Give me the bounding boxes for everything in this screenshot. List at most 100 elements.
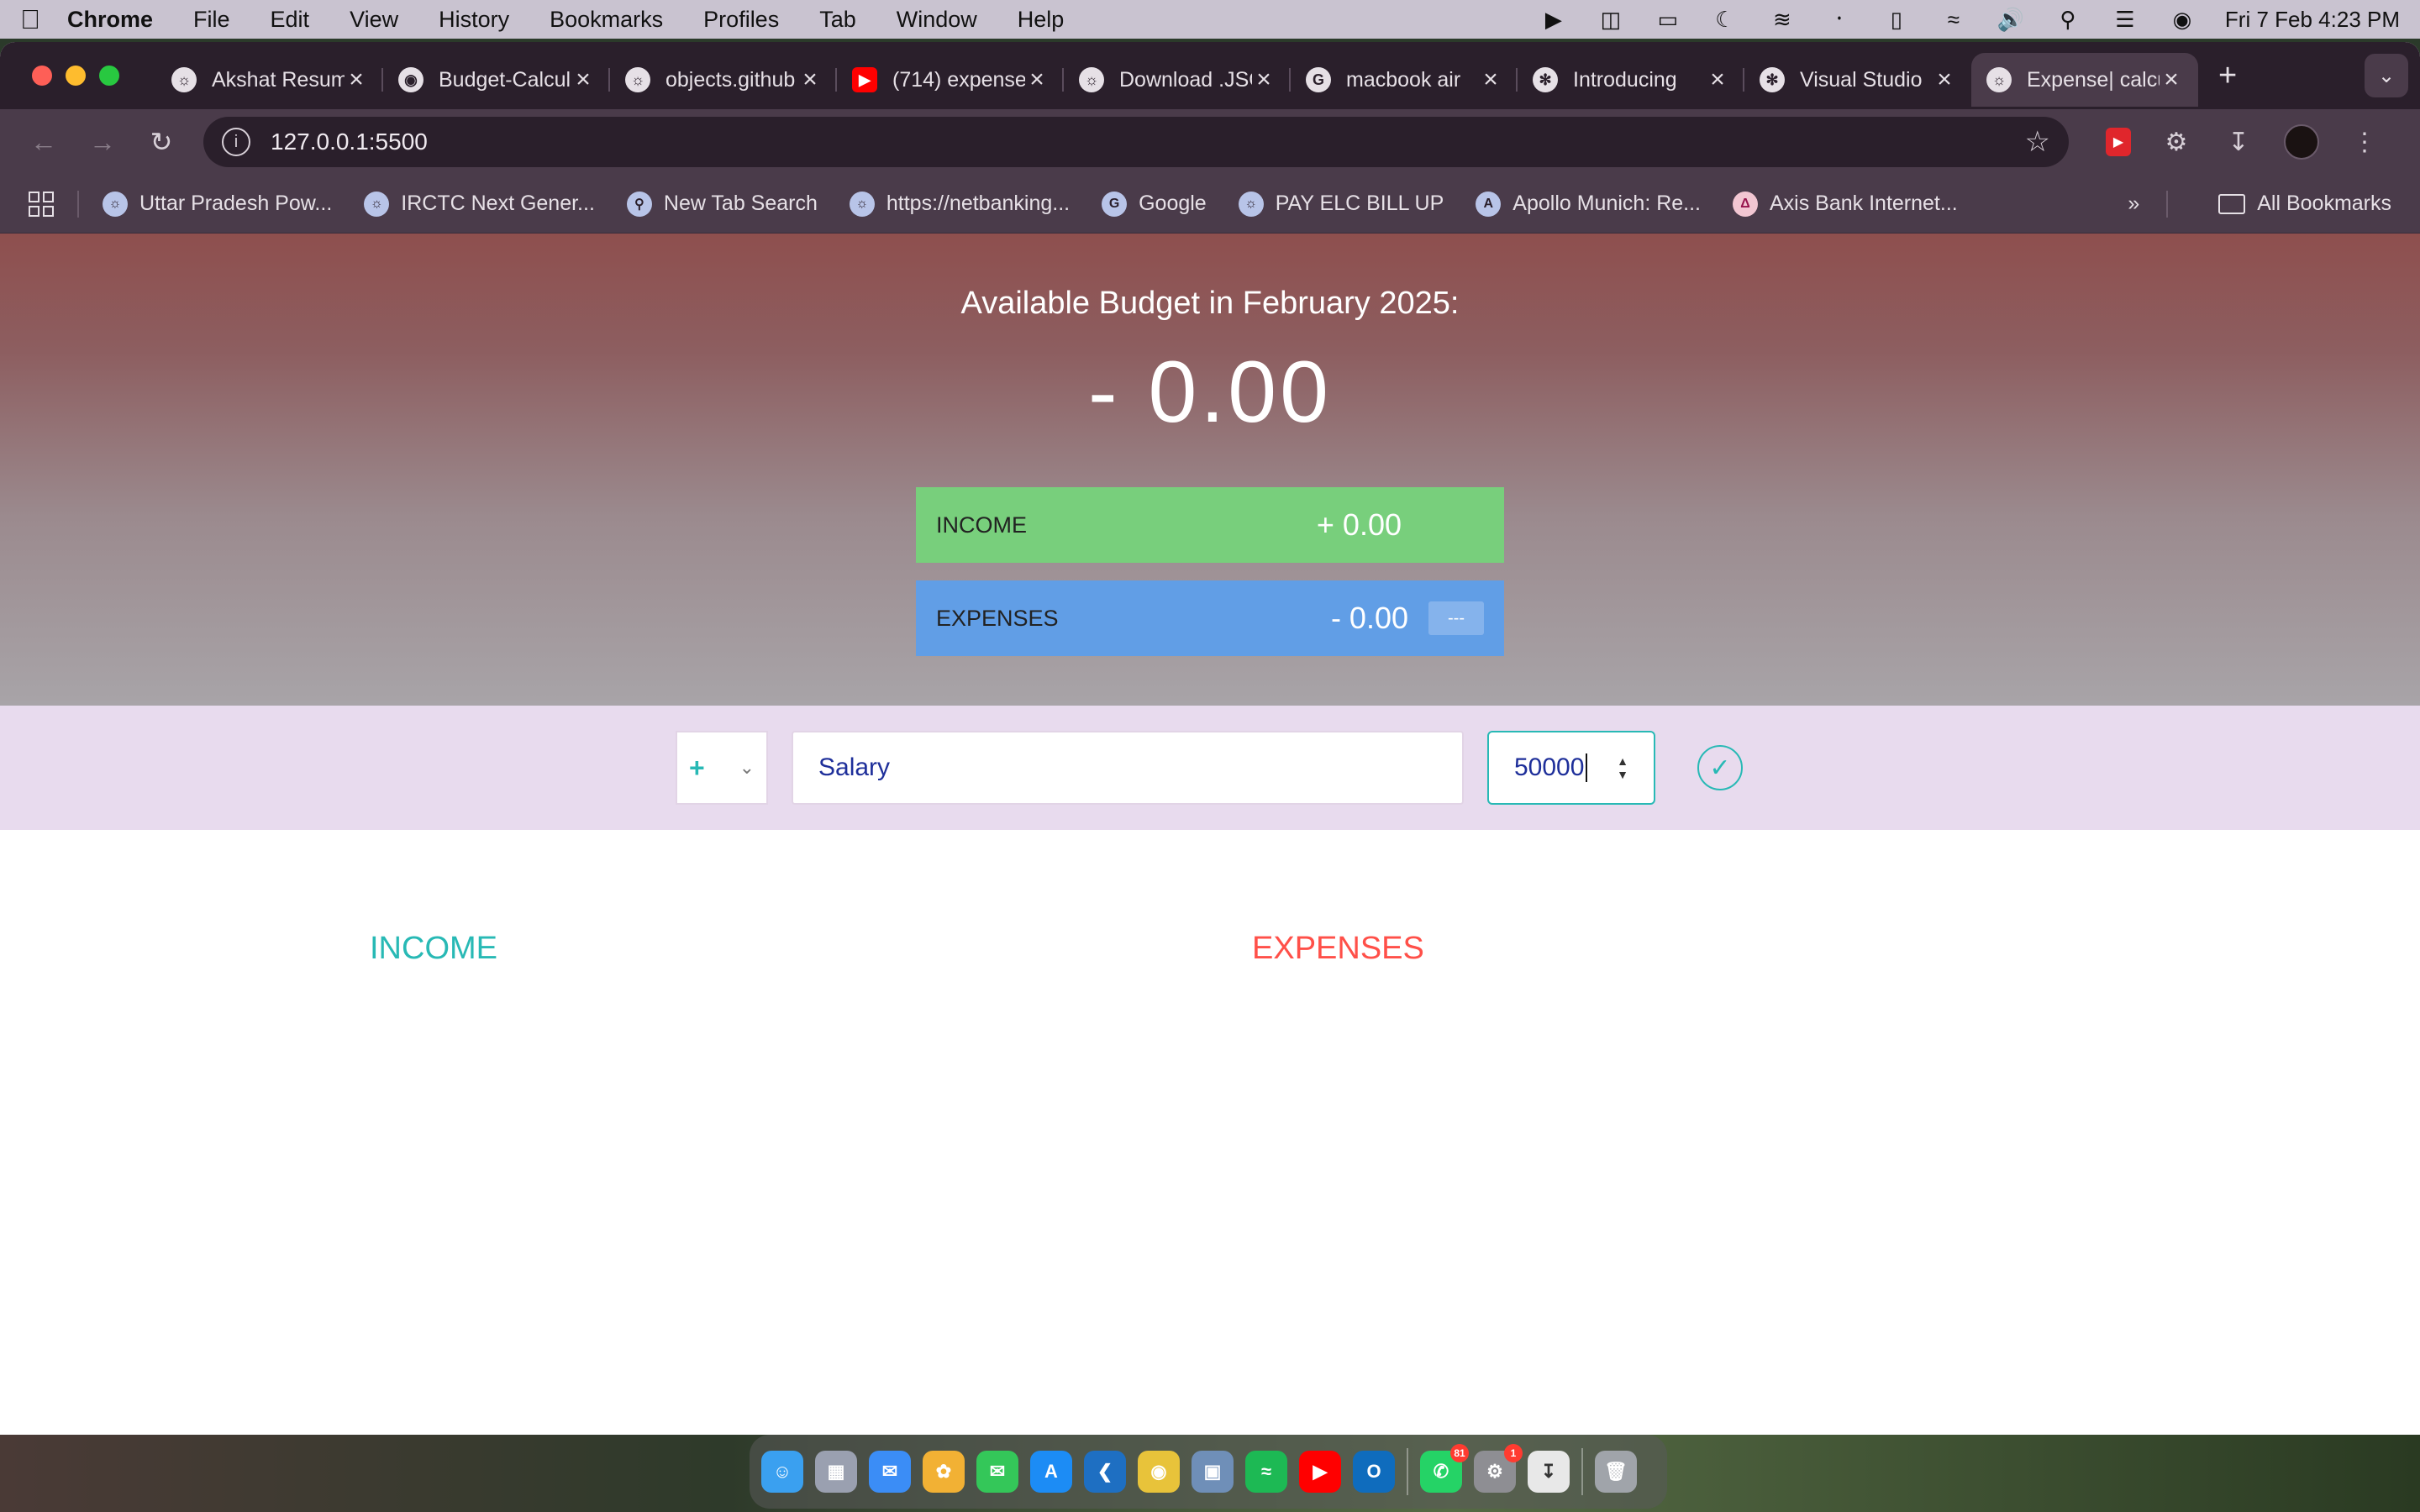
tab-macbook-air[interactable]: G macbook air ×	[1291, 53, 1518, 107]
battery-icon[interactable]: ▯	[1882, 7, 1911, 32]
amount-stepper[interactable]: ▲ ▼	[1617, 754, 1628, 781]
siri-icon[interactable]: ◉	[2168, 7, 2196, 32]
tab-budget-calculator[interactable]: ◉ Budget-Calculator ×	[383, 53, 610, 107]
bookmark-pay-elc-bill[interactable]: ☼ PAY ELC BILL UP	[1238, 191, 1444, 217]
address-bar[interactable]: i 127.0.0.1:5500 ☆	[203, 117, 2069, 167]
download-icon[interactable]: ↧	[2222, 125, 2255, 159]
menu-history[interactable]: History	[439, 7, 509, 33]
forward-arrow-icon[interactable]: →	[79, 118, 126, 165]
tab-title: Expense| calculator	[2027, 67, 2160, 92]
bookmark-label: Uttar Pradesh Pow...	[139, 192, 333, 215]
tab-objects-github[interactable]: ☼ objects.github ×	[610, 53, 837, 107]
all-bookmarks-button[interactable]: All Bookmarks	[2218, 192, 2391, 216]
vscode-icon[interactable]: ❮	[1084, 1451, 1126, 1493]
youtube-icon[interactable]: ▶	[1299, 1451, 1341, 1493]
tab-visual-studio[interactable]: ✻ Visual Studio ×	[1744, 53, 1971, 107]
menu-bookmarks[interactable]: Bookmarks	[550, 7, 663, 33]
type-select[interactable]: + ⌄	[676, 731, 768, 805]
bookmark-netbanking[interactable]: ☼ https://netbanking...	[849, 191, 1070, 217]
globe-icon: ☼	[625, 67, 650, 92]
menu-help[interactable]: Help	[1018, 7, 1065, 33]
close-tab-icon[interactable]: ×	[1479, 66, 1502, 94]
mail-icon[interactable]: ✉	[869, 1451, 911, 1493]
tab-expense-calculator[interactable]: ☼ Expense| calculator ×	[1971, 53, 2198, 107]
whatsapp-icon[interactable]: ✆ 81	[1420, 1444, 1469, 1493]
back-arrow-icon[interactable]: ←	[20, 118, 67, 165]
bluetooth-icon[interactable]: ᛫	[1825, 7, 1854, 32]
url-text[interactable]: 127.0.0.1:5500	[271, 129, 428, 155]
tab-search-icon[interactable]: ⌄	[2365, 54, 2408, 97]
reload-icon[interactable]: ↻	[138, 118, 185, 165]
bookmark-google[interactable]: G Google	[1102, 191, 1207, 217]
menu-app-name[interactable]: Chrome	[67, 7, 153, 33]
close-tab-icon[interactable]: ×	[1025, 66, 1049, 94]
launchpad-icon[interactable]: ▦	[815, 1451, 857, 1493]
close-tab-icon[interactable]: ×	[1706, 66, 1729, 94]
system-settings-icon[interactable]: ⚙ 1	[1474, 1444, 1523, 1493]
close-window-button[interactable]	[32, 66, 52, 86]
extensions-puzzle-icon[interactable]: ⚙	[2160, 125, 2193, 159]
apple-menu-icon[interactable]: 	[20, 4, 67, 35]
bookmark-new-tab-search[interactable]: ⚲ New Tab Search	[626, 191, 818, 217]
spotlight-search-icon[interactable]: ⚲	[2054, 7, 2082, 32]
stepper-down-icon[interactable]: ▼	[1617, 768, 1628, 781]
tab-akshat-resume[interactable]: ☼ Akshat Resume ×	[156, 53, 383, 107]
bookmark-star-icon[interactable]: ☆	[2025, 125, 2050, 159]
outlook-icon[interactable]: O	[1353, 1451, 1395, 1493]
menu-window[interactable]: Window	[897, 7, 977, 33]
tab-introducing[interactable]: ✻ Introducing ×	[1518, 53, 1744, 107]
profile-avatar[interactable]	[2284, 124, 2319, 160]
bookmark-axis-bank[interactable]: Δ Axis Bank Internet...	[1733, 191, 1958, 217]
add-item-button[interactable]: ✓	[1697, 745, 1743, 790]
play-icon[interactable]: ▶	[1539, 7, 1568, 32]
control-center-icon[interactable]: ☰	[2111, 7, 2139, 32]
site-info-icon[interactable]: i	[222, 128, 250, 156]
sidebar-icon[interactable]: ◫	[1597, 7, 1625, 32]
close-tab-icon[interactable]: ×	[345, 66, 368, 94]
preview-icon[interactable]: ▣	[1192, 1451, 1234, 1493]
clock[interactable]: Fri 7 Feb 4:23 PM	[2225, 7, 2400, 33]
downloads-stack-icon[interactable]: ↧	[1528, 1451, 1570, 1493]
volume-icon[interactable]: 🔊	[1996, 7, 2025, 32]
maximize-window-button[interactable]	[99, 66, 119, 86]
chrome-icon[interactable]: ◉	[1138, 1451, 1180, 1493]
bookmark-apollo-munich[interactable]: A Apollo Munich: Re...	[1476, 191, 1701, 217]
photos-icon[interactable]: ✿	[923, 1451, 965, 1493]
stepper-up-icon[interactable]: ▲	[1617, 754, 1628, 768]
menu-file[interactable]: File	[193, 7, 230, 33]
bookmark-label: PAY ELC BILL UP	[1275, 192, 1444, 215]
amount-input[interactable]: 50000 ▲ ▼	[1487, 731, 1655, 805]
trash-icon[interactable]: 🗑	[1595, 1451, 1637, 1493]
apps-grid-icon[interactable]	[29, 191, 54, 217]
extension-shield-icon[interactable]: ▶	[2106, 128, 2131, 156]
messages-icon[interactable]: ✉	[976, 1451, 1018, 1493]
tab-download-json[interactable]: ☼ Download .JSON ×	[1064, 53, 1291, 107]
new-tab-button[interactable]: +	[2218, 58, 2237, 94]
chrome-menu-icon[interactable]: ⋮	[2348, 125, 2381, 159]
more-bookmarks-chevron-icon[interactable]: »	[2128, 192, 2139, 216]
bookmark-uppcl[interactable]: ☼ Uttar Pradesh Pow...	[103, 191, 333, 217]
bookmark-irctc[interactable]: ☼ IRCTC Next Gener...	[364, 191, 595, 217]
finder-icon[interactable]: ☺	[761, 1451, 803, 1493]
close-tab-icon[interactable]: ×	[571, 66, 595, 94]
tab-strip: ☼ Akshat Resume × ◉ Budget-Calculator × …	[0, 42, 2420, 109]
app-store-icon[interactable]: A	[1030, 1451, 1072, 1493]
moon-icon[interactable]: ☾	[1711, 7, 1739, 32]
close-tab-icon[interactable]: ×	[1252, 66, 1276, 94]
display-icon[interactable]: ▭	[1654, 7, 1682, 32]
menu-edit[interactable]: Edit	[271, 7, 310, 33]
tab-youtube[interactable]: ▶ (714) expense ×	[837, 53, 1064, 107]
menu-view[interactable]: View	[350, 7, 398, 33]
menu-tab[interactable]: Tab	[819, 7, 856, 33]
close-tab-icon[interactable]: ×	[798, 66, 822, 94]
close-tab-icon[interactable]: ×	[2160, 66, 2183, 94]
wifi-icon[interactable]: ≈	[1939, 7, 1968, 32]
description-input[interactable]: Salary	[792, 731, 1464, 805]
menu-profiles[interactable]: Profiles	[703, 7, 779, 33]
spotify-icon[interactable]: ≈	[1245, 1451, 1287, 1493]
stats-icon[interactable]: ≋	[1768, 7, 1797, 32]
bookmarks-divider	[2166, 190, 2169, 218]
close-tab-icon[interactable]: ×	[1933, 66, 1956, 94]
minimize-window-button[interactable]	[66, 66, 86, 86]
chrome-window: ☼ Akshat Resume × ◉ Budget-Calculator × …	[0, 42, 2420, 1435]
